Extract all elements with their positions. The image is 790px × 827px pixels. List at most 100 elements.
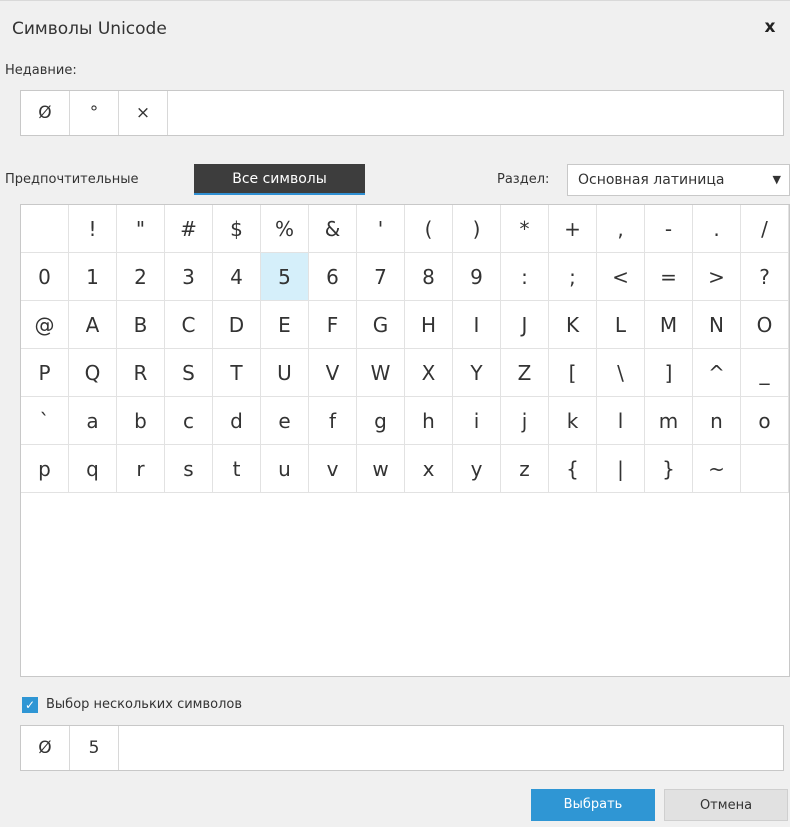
symbol-cell[interactable]: 1 bbox=[69, 253, 117, 301]
symbol-cell[interactable]: h bbox=[405, 397, 453, 445]
symbol-cell[interactable]: i bbox=[453, 397, 501, 445]
symbol-cell[interactable]: ^ bbox=[693, 349, 741, 397]
symbol-cell[interactable]: S bbox=[165, 349, 213, 397]
symbol-cell[interactable]: ( bbox=[405, 205, 453, 253]
symbol-cell[interactable]: O bbox=[741, 301, 789, 349]
symbol-cell[interactable]: m bbox=[645, 397, 693, 445]
symbol-cell[interactable]: z bbox=[501, 445, 549, 493]
symbol-cell[interactable]: \ bbox=[597, 349, 645, 397]
symbol-cell[interactable]: q bbox=[69, 445, 117, 493]
symbol-cell[interactable]: H bbox=[405, 301, 453, 349]
symbol-cell[interactable]: 3 bbox=[165, 253, 213, 301]
symbol-cell[interactable]: 4 bbox=[213, 253, 261, 301]
symbol-cell[interactable]: | bbox=[597, 445, 645, 493]
symbol-cell[interactable]: 8 bbox=[405, 253, 453, 301]
symbol-cell[interactable]: " bbox=[117, 205, 165, 253]
symbol-cell[interactable]: - bbox=[645, 205, 693, 253]
symbol-cell[interactable]: X bbox=[405, 349, 453, 397]
symbol-cell[interactable]: / bbox=[741, 205, 789, 253]
symbol-cell[interactable]: $ bbox=[213, 205, 261, 253]
tab-preferred[interactable]: Предпочтительные bbox=[5, 165, 138, 195]
symbol-cell[interactable]: : bbox=[501, 253, 549, 301]
symbol-cell[interactable]: b bbox=[117, 397, 165, 445]
symbol-cell[interactable]: { bbox=[549, 445, 597, 493]
symbol-cell[interactable]: ] bbox=[645, 349, 693, 397]
symbol-cell[interactable]: k bbox=[549, 397, 597, 445]
symbol-cell[interactable]: T bbox=[213, 349, 261, 397]
symbol-cell[interactable]: 7 bbox=[357, 253, 405, 301]
symbol-cell[interactable]: r bbox=[117, 445, 165, 493]
symbol-cell[interactable]: u bbox=[261, 445, 309, 493]
symbol-cell[interactable]: _ bbox=[741, 349, 789, 397]
symbol-cell[interactable] bbox=[21, 205, 69, 253]
symbol-cell[interactable]: p bbox=[21, 445, 69, 493]
symbol-cell[interactable]: C bbox=[165, 301, 213, 349]
symbol-cell[interactable]: 5 bbox=[261, 253, 309, 301]
symbol-cell[interactable]: W bbox=[357, 349, 405, 397]
symbol-cell[interactable]: = bbox=[645, 253, 693, 301]
select-button[interactable]: Выбрать bbox=[531, 789, 655, 821]
symbol-cell[interactable]: M bbox=[645, 301, 693, 349]
symbol-cell[interactable]: c bbox=[165, 397, 213, 445]
symbol-cell[interactable]: ; bbox=[549, 253, 597, 301]
section-dropdown[interactable]: Основная латиница ▼ bbox=[567, 164, 790, 196]
recent-symbol[interactable]: × bbox=[119, 91, 168, 135]
symbol-cell[interactable]: + bbox=[549, 205, 597, 253]
symbol-cell[interactable]: s bbox=[165, 445, 213, 493]
symbol-cell[interactable]: Q bbox=[69, 349, 117, 397]
symbol-cell[interactable]: Y bbox=[453, 349, 501, 397]
symbol-cell[interactable]: < bbox=[597, 253, 645, 301]
symbol-cell[interactable]: ) bbox=[453, 205, 501, 253]
symbol-cell[interactable]: @ bbox=[21, 301, 69, 349]
symbol-cell[interactable]: y bbox=[453, 445, 501, 493]
symbol-cell[interactable]: j bbox=[501, 397, 549, 445]
symbol-cell[interactable]: f bbox=[309, 397, 357, 445]
recent-symbol[interactable]: ° bbox=[70, 91, 119, 135]
close-icon[interactable]: x bbox=[760, 15, 780, 39]
symbol-cell[interactable]: > bbox=[693, 253, 741, 301]
symbol-cell[interactable]: P bbox=[21, 349, 69, 397]
symbol-cell[interactable]: E bbox=[261, 301, 309, 349]
symbol-cell[interactable]: 6 bbox=[309, 253, 357, 301]
symbol-cell[interactable]: g bbox=[357, 397, 405, 445]
symbol-cell[interactable]: [ bbox=[549, 349, 597, 397]
symbol-cell[interactable]: v bbox=[309, 445, 357, 493]
symbol-cell[interactable]: 0 bbox=[21, 253, 69, 301]
symbol-cell[interactable]: ' bbox=[357, 205, 405, 253]
symbol-cell[interactable]: L bbox=[597, 301, 645, 349]
symbol-cell[interactable]: K bbox=[549, 301, 597, 349]
symbol-cell[interactable]: % bbox=[261, 205, 309, 253]
symbol-cell[interactable]: # bbox=[165, 205, 213, 253]
symbol-cell[interactable]: 2 bbox=[117, 253, 165, 301]
symbol-cell[interactable]: x bbox=[405, 445, 453, 493]
symbol-cell[interactable]: a bbox=[69, 397, 117, 445]
symbol-cell[interactable]: , bbox=[597, 205, 645, 253]
symbol-cell[interactable]: o bbox=[741, 397, 789, 445]
symbol-cell[interactable]: ~ bbox=[693, 445, 741, 493]
symbol-cell[interactable]: . bbox=[693, 205, 741, 253]
tab-all-symbols[interactable]: Все символы bbox=[194, 164, 365, 195]
symbol-cell[interactable] bbox=[741, 445, 789, 493]
cancel-button[interactable]: Отмена bbox=[664, 789, 788, 821]
symbol-cell[interactable]: V bbox=[309, 349, 357, 397]
symbol-cell[interactable]: ? bbox=[741, 253, 789, 301]
symbol-cell[interactable]: U bbox=[261, 349, 309, 397]
symbol-cell[interactable]: * bbox=[501, 205, 549, 253]
symbol-cell[interactable]: F bbox=[309, 301, 357, 349]
symbol-cell[interactable]: l bbox=[597, 397, 645, 445]
symbol-cell[interactable]: G bbox=[357, 301, 405, 349]
checkbox-checked-icon[interactable]: ✓ bbox=[22, 697, 38, 713]
symbol-cell[interactable]: N bbox=[693, 301, 741, 349]
symbol-cell[interactable]: J bbox=[501, 301, 549, 349]
symbol-cell[interactable]: 9 bbox=[453, 253, 501, 301]
selected-symbol[interactable]: 5 bbox=[70, 726, 119, 770]
multi-select-option[interactable]: ✓ Выбор нескольких символов bbox=[22, 695, 242, 715]
symbol-cell[interactable]: ` bbox=[21, 397, 69, 445]
symbol-cell[interactable]: & bbox=[309, 205, 357, 253]
symbol-cell[interactable]: } bbox=[645, 445, 693, 493]
selected-symbol[interactable]: Ø bbox=[21, 726, 70, 770]
symbol-cell[interactable]: A bbox=[69, 301, 117, 349]
symbol-cell[interactable]: R bbox=[117, 349, 165, 397]
symbol-cell[interactable]: D bbox=[213, 301, 261, 349]
symbol-cell[interactable]: n bbox=[693, 397, 741, 445]
